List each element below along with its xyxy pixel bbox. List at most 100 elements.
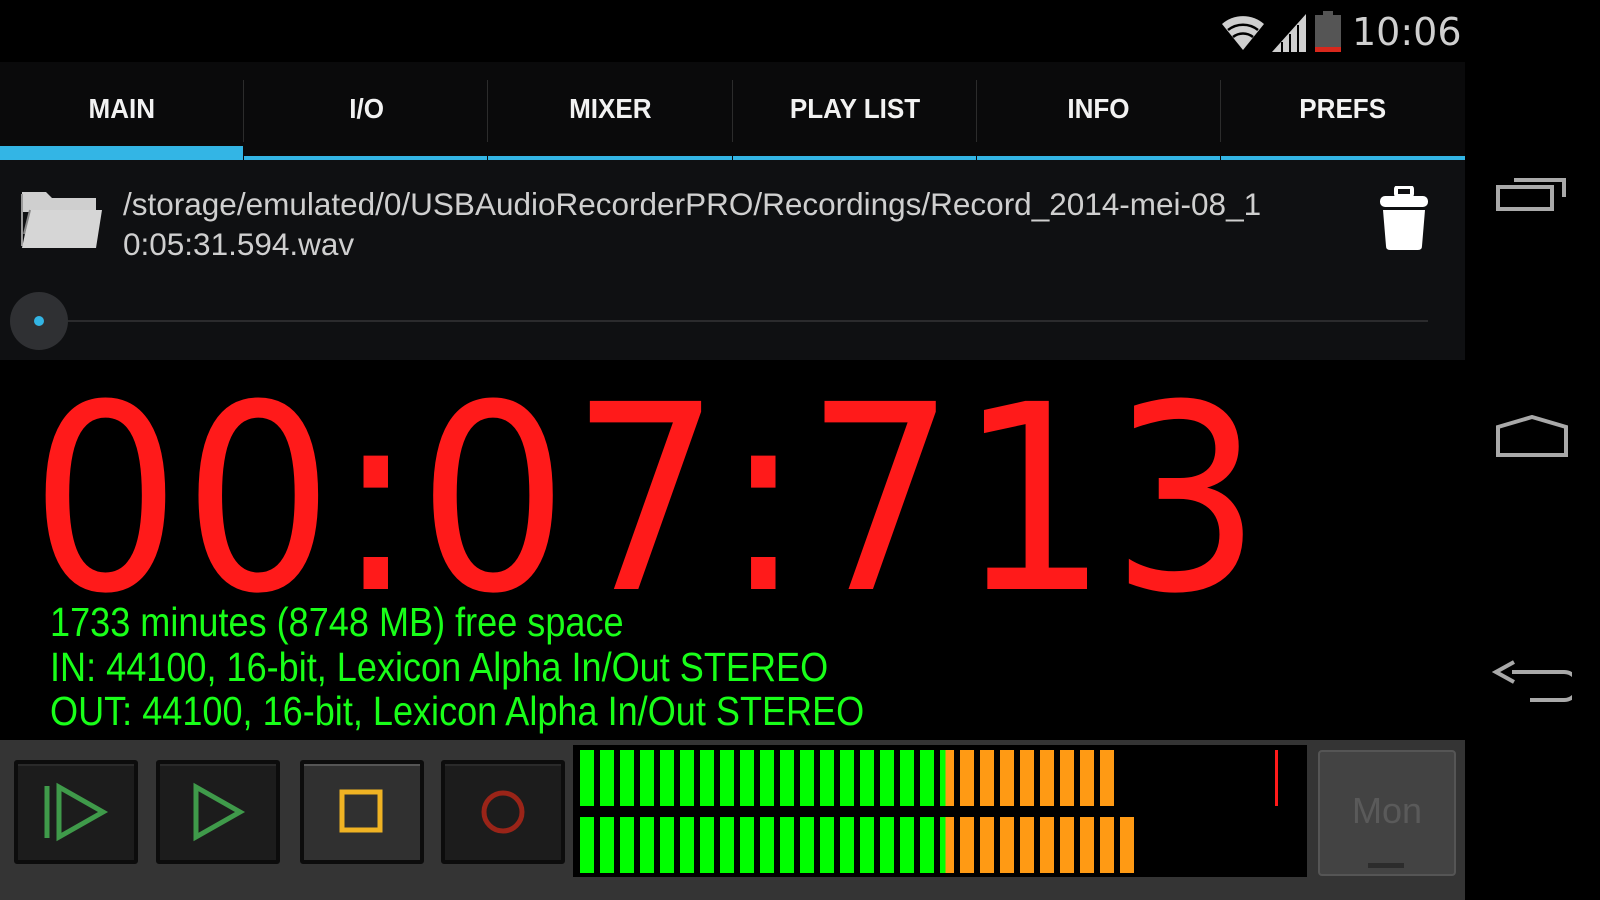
tab-label: MAIN	[88, 93, 156, 124]
back-icon	[1492, 660, 1572, 702]
meter-segment-left	[580, 750, 594, 806]
meter-segment-right	[980, 817, 994, 873]
meter-segment-right	[660, 817, 674, 873]
tab-label: I/O	[348, 93, 384, 124]
monitor-button[interactable]: Mon	[1318, 750, 1456, 876]
meter-segment-left	[660, 750, 674, 806]
stop-icon	[339, 789, 383, 833]
meter-segment-left	[1060, 750, 1074, 806]
tab-bar: MAIN I/O MIXER PLAY LIST INFO PREFS	[0, 62, 1466, 160]
transport-controls: Mon	[0, 740, 1465, 900]
meter-segment-left	[620, 750, 634, 806]
meter-segment-left	[860, 750, 874, 806]
record-button[interactable]	[441, 760, 565, 864]
tab-main[interactable]: MAIN	[0, 62, 245, 160]
meter-segment-left	[820, 750, 834, 806]
meter-segment-right	[800, 817, 814, 873]
monitor-toggle-indicator	[1368, 863, 1404, 868]
tab-mixer[interactable]: MIXER	[488, 62, 733, 160]
system-nav-bar	[1465, 62, 1600, 900]
free-space-text: 1733 minutes (8748 MB) free space	[50, 599, 624, 645]
meter-segment-right	[620, 817, 634, 873]
play-icon	[193, 782, 246, 842]
meter-segment-left	[720, 750, 734, 806]
input-format-text: IN: 44100, 16-bit, Lexicon Alpha In/Out …	[50, 643, 829, 690]
meter-segment-right	[760, 817, 774, 873]
folder-icon[interactable]	[18, 188, 104, 252]
meter-segment-right	[600, 817, 614, 873]
output-format-text: OUT: 44100, 16-bit, Lexicon Alpha In/Out…	[50, 688, 865, 734]
meter-segment-right	[860, 817, 874, 873]
level-meter	[573, 745, 1307, 877]
back-button[interactable]	[1477, 647, 1587, 717]
playback-seek-bar[interactable]	[8, 290, 1428, 352]
meter-segment-left	[680, 750, 694, 806]
meter-segment-right	[700, 817, 714, 873]
meter-segment-right	[880, 817, 894, 873]
meter-segment-right	[1040, 817, 1054, 873]
app-window: MAIN I/O MIXER PLAY LIST INFO PREFS /sto…	[0, 62, 1466, 900]
meter-segment-left	[1000, 750, 1014, 806]
home-icon	[1496, 415, 1568, 457]
meter-segment-left	[920, 750, 934, 806]
meter-segment-left	[980, 750, 994, 806]
meter-segment-left	[1020, 750, 1034, 806]
elapsed-timer: 00:07:713	[30, 350, 1264, 650]
trash-icon[interactable]	[1378, 186, 1430, 252]
wifi-icon	[1222, 16, 1264, 50]
meter-segment-right	[740, 817, 754, 873]
file-panel: /storage/emulated/0/USBAudioRecorderPRO/…	[0, 160, 1465, 360]
tab-io[interactable]: I/O	[244, 62, 489, 160]
meter-segment-right	[780, 817, 794, 873]
meter-segment-right	[820, 817, 834, 873]
meter-segment-right	[940, 817, 954, 873]
meter-segment-right	[580, 817, 594, 873]
meter-segment-left	[1100, 750, 1114, 806]
play-from-start-button[interactable]	[14, 760, 138, 864]
meter-segment-right	[1020, 817, 1034, 873]
seek-thumb-dot[interactable]	[34, 316, 44, 326]
meter-segment-right	[680, 817, 694, 873]
cell-signal-icon	[1272, 14, 1306, 52]
meter-segment-left	[800, 750, 814, 806]
home-button[interactable]	[1477, 402, 1587, 472]
meter-segment-right	[920, 817, 934, 873]
meter-segment-left	[600, 750, 614, 806]
stop-button[interactable]	[300, 760, 424, 864]
meter-segment-left	[640, 750, 654, 806]
meter-segment-right	[720, 817, 734, 873]
meter-segment-left	[960, 750, 974, 806]
meter-segment-right	[1100, 817, 1114, 873]
meter-segment-right	[1080, 817, 1094, 873]
tab-label: PREFS	[1299, 93, 1387, 124]
tab-active-indicator	[0, 146, 244, 160]
meter-segment-left	[700, 750, 714, 806]
meter-segment-left	[1040, 750, 1054, 806]
tab-label: MIXER	[569, 93, 652, 124]
recent-apps-button[interactable]	[1477, 162, 1587, 232]
meter-segment-right	[1000, 817, 1014, 873]
record-icon	[481, 790, 525, 834]
tab-label: INFO	[1067, 93, 1130, 124]
play-button[interactable]	[156, 760, 280, 864]
file-path: /storage/emulated/0/USBAudioRecorderPRO/…	[123, 186, 1262, 262]
tab-info[interactable]: INFO	[976, 62, 1221, 160]
recording-info: 1733 minutes (8748 MB) free space IN: 44…	[50, 600, 864, 734]
meter-segment-left	[740, 750, 754, 806]
meter-segment-right	[900, 817, 914, 873]
meter-segment-left	[780, 750, 794, 806]
meter-segment-left	[900, 750, 914, 806]
meter-segment-left	[880, 750, 894, 806]
meter-peak-marker-left	[1275, 750, 1278, 806]
meter-segment-left	[940, 750, 954, 806]
meter-segment-left	[1080, 750, 1094, 806]
meter-segment-left	[760, 750, 774, 806]
battery-low-icon	[1315, 11, 1341, 52]
tab-prefs[interactable]: PREFS	[1220, 62, 1466, 160]
seek-track[interactable]	[38, 320, 1428, 322]
meter-segment-right	[840, 817, 854, 873]
status-icons	[1220, 10, 1342, 54]
meter-segment-left	[840, 750, 854, 806]
tab-play-list[interactable]: PLAY LIST	[732, 62, 977, 160]
meter-segment-right	[1060, 817, 1074, 873]
